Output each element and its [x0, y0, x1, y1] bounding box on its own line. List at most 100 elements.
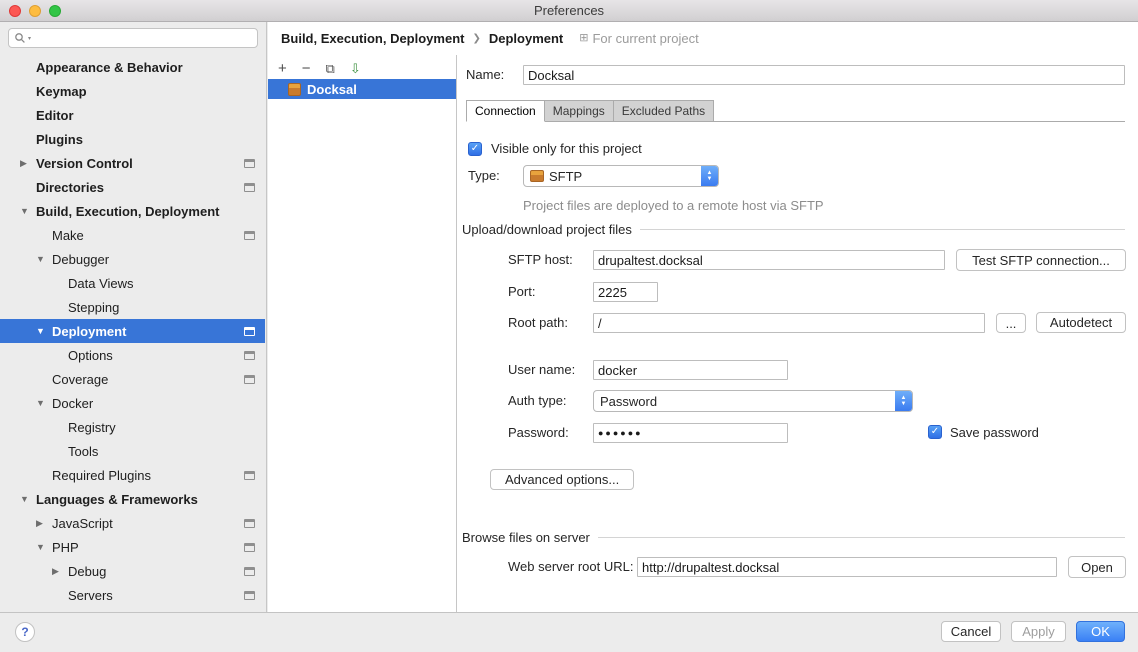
name-input[interactable] [523, 65, 1125, 85]
sidebar-item-php[interactable]: ▼PHP [0, 535, 265, 559]
sidebar-item-registry[interactable]: Registry [0, 415, 265, 439]
sidebar-item-options[interactable]: Options [0, 343, 265, 367]
browse-root-path-button[interactable]: ... [996, 313, 1026, 333]
help-button[interactable]: ? [15, 622, 35, 642]
server-item-docksal[interactable]: Docksal [268, 79, 456, 99]
sidebar-tree: Appearance & Behavior Keymap EditorPlugins… [0, 55, 265, 607]
open-button[interactable]: Open [1068, 556, 1126, 578]
sidebar-item-label: Debug [68, 564, 106, 579]
sidebar-item-required-plugins[interactable]: Required Plugins [0, 463, 265, 487]
sidebar-item-label: Stepping [68, 300, 119, 315]
root-path-input[interactable] [593, 313, 985, 333]
chevron-down-icon[interactable]: ▼ [20, 494, 36, 504]
sidebar-item-label: Deployment [52, 324, 126, 339]
sidebar-item-label: Options [68, 348, 113, 363]
port-input[interactable] [593, 282, 658, 302]
sidebar-item-keymap[interactable]: Keymap [0, 79, 265, 103]
traffic-lights [9, 5, 61, 17]
chevron-down-icon[interactable]: ▼ [36, 326, 52, 336]
sidebar-item-label: Directories [36, 180, 104, 195]
upload-section-label: Upload/download project files [462, 222, 632, 237]
zoom-button[interactable] [49, 5, 61, 17]
sidebar-item-debug[interactable]: ▶Debug [0, 559, 265, 583]
sidebar-item-build-execution-deployment[interactable]: ▼Build, Execution, Deployment [0, 199, 265, 223]
sidebar-item-deployment[interactable]: ▼Deployment [0, 319, 265, 343]
sidebar-item-debugger[interactable]: ▼Debugger [0, 247, 265, 271]
tab-mappings[interactable]: Mappings [545, 100, 614, 121]
sidebar-item-coverage[interactable]: Coverage [0, 367, 265, 391]
apply-button[interactable]: Apply [1011, 621, 1066, 642]
sidebar-item-label: Registry [68, 420, 116, 435]
sidebar-item-stepping[interactable]: Stepping [0, 295, 265, 319]
sidebar-item-label: JavaScript [52, 516, 113, 531]
user-name-input[interactable] [593, 360, 788, 380]
import-server-icon[interactable]: ⇩ [350, 62, 361, 75]
stepper-down-icon: ▼ [707, 176, 713, 182]
name-label: Name: [466, 65, 504, 85]
sidebar-item-directories[interactable]: Directories [0, 175, 265, 199]
sidebar-item-appearance-behavior[interactable]: Appearance & Behavior [0, 55, 265, 79]
search-input[interactable] [35, 31, 252, 45]
sidebar-item-data-views[interactable]: Data Views [0, 271, 265, 295]
sidebar-item-editor[interactable]: Editor [0, 103, 265, 127]
sidebar-item-label: Keymap [36, 84, 87, 99]
auth-type-label: Auth type: [508, 391, 567, 411]
sidebar-item-label: Tools [68, 444, 98, 459]
sidebar-item-tools[interactable]: Tools [0, 439, 265, 463]
chevron-down-icon[interactable]: ▼ [36, 398, 52, 408]
autodetect-button[interactable]: Autodetect [1036, 312, 1126, 333]
stepper-down-icon: ▼ [901, 401, 907, 407]
ok-button[interactable]: OK [1076, 621, 1125, 642]
per-project-settings-icon [244, 375, 255, 384]
sftp-protocol-icon [530, 170, 544, 182]
sidebar-item-javascript[interactable]: ▶JavaScript [0, 511, 265, 535]
port-label: Port: [508, 282, 535, 302]
add-server-icon[interactable]: + [278, 61, 287, 76]
sidebar-item-servers[interactable]: Servers [0, 583, 265, 607]
chevron-right-icon[interactable]: ▶ [20, 158, 36, 169]
cancel-button[interactable]: Cancel [941, 621, 1001, 642]
settings-sidebar: ▾ Appearance & Behavior Keymap EditorPlugi… [0, 22, 267, 612]
sidebar-item-docker[interactable]: ▼Docker [0, 391, 265, 415]
breadcrumb-item-parent[interactable]: Build, Execution, Deployment [281, 31, 464, 46]
remove-server-icon[interactable]: − [302, 61, 311, 76]
test-sftp-connection-button[interactable]: Test SFTP connection... [956, 249, 1126, 271]
per-project-settings-icon [244, 231, 255, 240]
web-root-input[interactable] [637, 557, 1057, 577]
advanced-options-button[interactable]: Advanced options... [490, 469, 634, 490]
auth-type-dropdown[interactable]: Password ▲ ▼ [593, 390, 913, 412]
sidebar-item-plugins[interactable]: Plugins [0, 127, 265, 151]
dropdown-stepper-icon: ▲ ▼ [895, 391, 912, 411]
tab-connection[interactable]: Connection [466, 100, 545, 122]
chevron-down-icon[interactable]: ▼ [36, 542, 52, 552]
visible-only-checkbox[interactable]: ✓ [468, 142, 482, 156]
sidebar-item-make[interactable]: Make [0, 223, 265, 247]
type-dropdown[interactable]: SFTP ▲ ▼ [523, 165, 719, 187]
close-button[interactable] [9, 5, 21, 17]
chevron-right-icon[interactable]: ▶ [52, 566, 68, 577]
chevron-down-icon[interactable]: ▼ [20, 206, 36, 216]
save-password-checkbox[interactable]: ✓ [928, 425, 942, 439]
sidebar-item-version-control[interactable]: ▶Version Control [0, 151, 265, 175]
password-input[interactable] [593, 423, 788, 443]
chevron-down-icon[interactable]: ▼ [36, 254, 52, 264]
server-item-label: Docksal [307, 82, 357, 97]
sidebar-item-label: Version Control [36, 156, 133, 171]
copy-server-icon[interactable]: ⧉ [326, 62, 335, 75]
settings-search-box[interactable]: ▾ [8, 28, 258, 48]
browse-section-label: Browse files on server [462, 530, 590, 545]
sidebar-item-label: Make [52, 228, 84, 243]
sftp-host-input[interactable] [593, 250, 945, 270]
tab-excluded-paths[interactable]: Excluded Paths [614, 100, 714, 121]
sidebar-item-label: Appearance & Behavior [36, 60, 183, 75]
sidebar-item-languages-frameworks[interactable]: ▼Languages & Frameworks [0, 487, 265, 511]
sidebar-item-label: PHP [52, 540, 79, 555]
search-scope-arrow-icon[interactable]: ▾ [28, 35, 31, 42]
window-titlebar: Preferences [0, 0, 1138, 22]
chevron-right-icon[interactable]: ▶ [36, 518, 52, 529]
sidebar-item-label: Debugger [52, 252, 109, 267]
server-list: Docksal [268, 79, 456, 99]
sidebar-item-label: Languages & Frameworks [36, 492, 198, 507]
minimize-button[interactable] [29, 5, 41, 17]
per-project-settings-icon [244, 159, 255, 168]
